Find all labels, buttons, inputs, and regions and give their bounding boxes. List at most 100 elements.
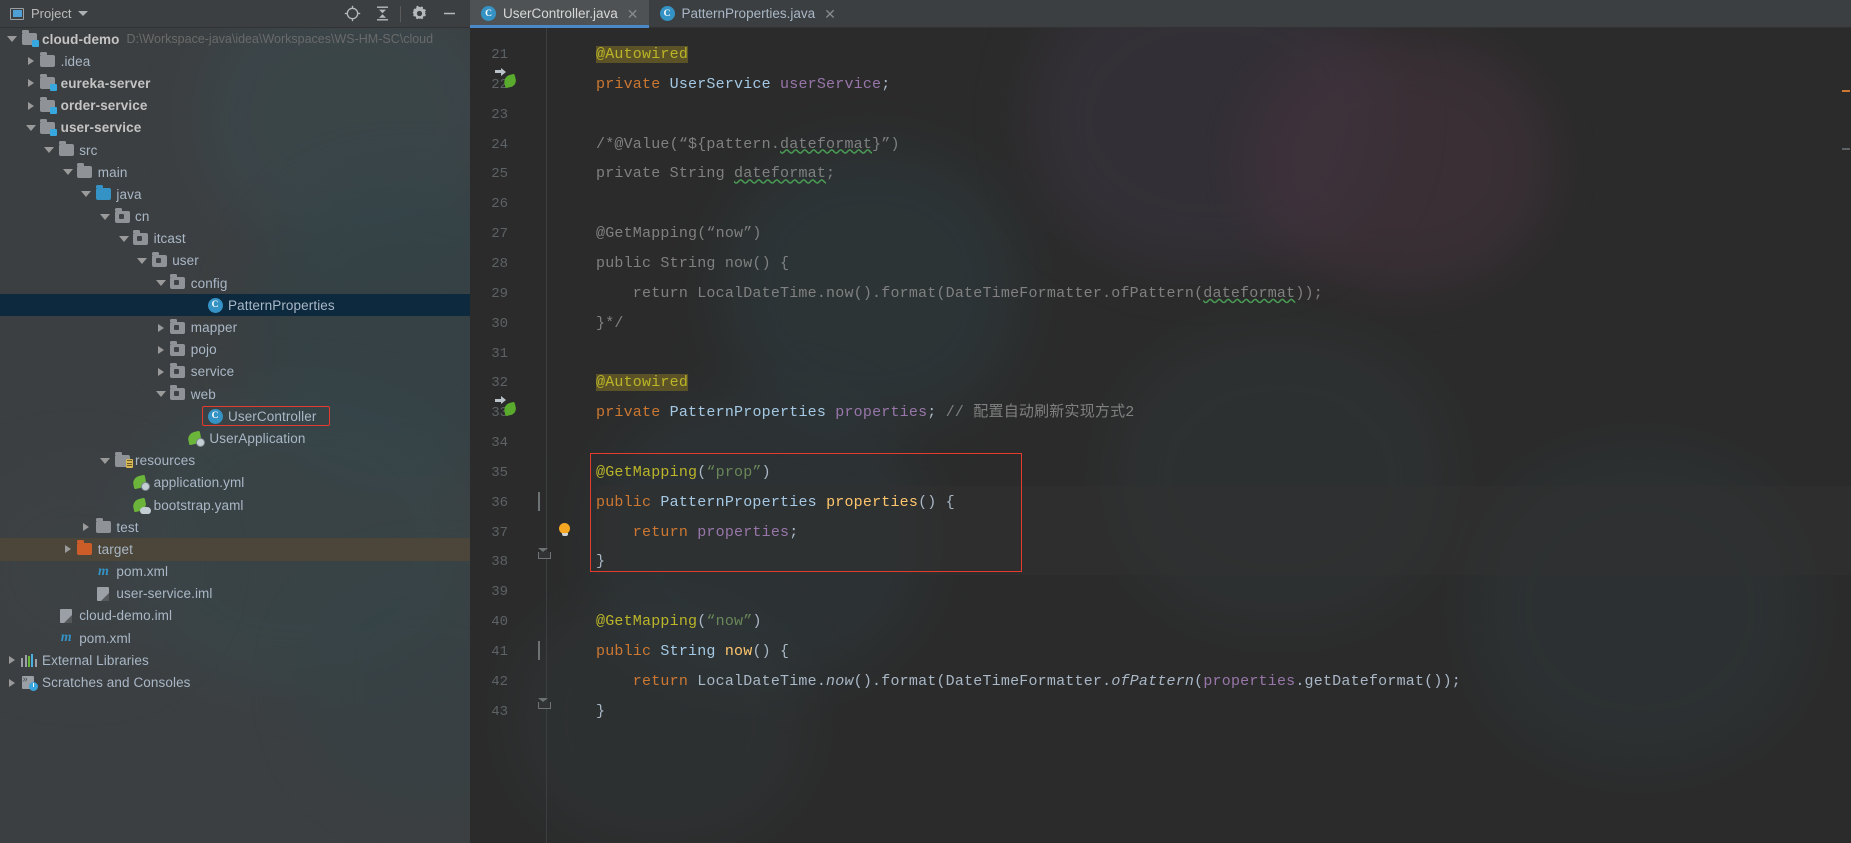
code-line[interactable]: } [596, 704, 605, 719]
close-icon[interactable]: ✕ [824, 7, 836, 21]
editor-tab-bar: C UserController.java ✕ C PatternPropert… [470, 0, 1851, 28]
chevron-right-icon[interactable] [23, 101, 39, 110]
tree-item-scratches-and-consoles[interactable]: Scratches and Consoles [0, 671, 470, 693]
tree-item-java[interactable]: java [0, 183, 470, 205]
chevron-right-icon[interactable] [153, 323, 169, 332]
chevron-right-icon[interactable] [78, 523, 94, 532]
code-line[interactable]: /*@Value(“${pattern.dateformat}”) [596, 137, 900, 152]
fold-collapse-icon[interactable] [538, 641, 540, 660]
code-line[interactable]: return LocalDateTime.now().format(DateTi… [596, 286, 1323, 301]
chevron-down-icon[interactable] [23, 124, 39, 131]
line-number: 29 [491, 285, 508, 302]
package-folder-icon [169, 385, 187, 401]
chevron-down-icon[interactable] [78, 191, 94, 198]
chevron-down-icon[interactable] [78, 11, 89, 16]
chevron-down-icon[interactable] [134, 257, 150, 264]
tree-item-mapper[interactable]: mapper [0, 316, 470, 338]
code-token: “now” [706, 613, 753, 631]
tree-item-pom-xml[interactable]: m pom.xml [0, 627, 470, 649]
code-line[interactable]: } [596, 554, 605, 569]
tree-item-pojo[interactable]: pojo [0, 339, 470, 361]
tree-item-order-service[interactable]: order-service [0, 95, 470, 117]
stripe-mark-warning[interactable] [1842, 90, 1850, 92]
settings-icon[interactable] [404, 1, 434, 27]
collapse-all-icon[interactable] [367, 1, 397, 27]
tree-item-userapplication[interactable]: UserApplication [0, 427, 470, 449]
tree-item-bootstrap-yaml[interactable]: bootstrap.yaml [0, 494, 470, 516]
tree-item-patternproperties[interactable]: C PatternProperties [0, 294, 470, 317]
tree-item-user[interactable]: user [0, 250, 470, 272]
chevron-right-icon[interactable] [23, 79, 39, 88]
code-line[interactable]: @Autowired [596, 374, 689, 392]
project-tree[interactable]: cloud-demo D:\Workspace-java\idea\Workspa… [0, 28, 470, 694]
tree-item-usercontroller[interactable]: C UserController [0, 405, 470, 427]
hide-icon[interactable] [434, 1, 464, 27]
chevron-down-icon[interactable] [153, 280, 169, 287]
code-line[interactable]: @GetMapping(“now”) [596, 614, 762, 629]
chevron-right-icon[interactable] [60, 545, 76, 554]
project-tool-window-button[interactable]: Project [0, 6, 89, 21]
code-lines[interactable]: @Autowired private UserService userServic… [596, 28, 1851, 843]
tree-item-web[interactable]: web [0, 383, 470, 405]
chevron-down-icon[interactable] [60, 169, 76, 176]
tree-item-src[interactable]: src [0, 139, 470, 161]
chevron-down-icon[interactable] [97, 457, 113, 464]
chevron-right-icon[interactable] [4, 678, 20, 687]
code-line[interactable]: return properties; [596, 525, 798, 540]
tree-item-itcast[interactable]: itcast [0, 228, 470, 250]
tree-item-user-service-iml[interactable]: user-service.iml [0, 583, 470, 605]
chevron-right-icon[interactable] [4, 656, 20, 665]
code-line[interactable]: private UserService userService; [596, 77, 890, 92]
tree-item-target[interactable]: target [0, 538, 470, 561]
tree-item-main[interactable]: main [0, 161, 470, 183]
tree-item-eureka-server[interactable]: eureka-server [0, 72, 470, 94]
code-token: userService [780, 75, 882, 93]
project-tree-panel[interactable]: cloud-demo D:\Workspace-java\idea\Workspa… [0, 28, 470, 843]
error-stripe-rail[interactable] [1839, 28, 1851, 843]
chevron-right-icon[interactable] [23, 57, 39, 66]
code-line[interactable]: return LocalDateTime.now().format(DateTi… [596, 674, 1461, 689]
tree-item-external-libraries[interactable]: External Libraries [0, 649, 470, 671]
code-line[interactable]: public String now() { [596, 256, 789, 271]
line-number: 34 [491, 435, 508, 452]
module-folder-icon [39, 74, 58, 92]
tree-item-idea[interactable]: .idea [0, 50, 470, 72]
tree-item-cloud-demo[interactable]: cloud-demo D:\Workspace-java\idea\Workspa… [0, 28, 470, 50]
tree-item-config[interactable]: config [0, 272, 470, 294]
code-token: PatternProperties [660, 493, 827, 511]
code-line[interactable]: private String dateformat; [596, 166, 835, 181]
tree-item-user-service[interactable]: user-service [0, 117, 470, 139]
locate-icon[interactable] [337, 1, 367, 27]
tree-item-service[interactable]: service [0, 361, 470, 383]
chevron-down-icon[interactable] [153, 391, 169, 398]
tree-item-cn[interactable]: cn [0, 206, 470, 228]
tree-item-resources[interactable]: resources [0, 450, 470, 472]
stripe-mark-info[interactable] [1842, 148, 1850, 150]
code-line[interactable]: @Autowired [596, 46, 689, 63]
code-line[interactable]: public PatternProperties properties() { [596, 495, 955, 510]
code-line[interactable]: }*/ [596, 316, 624, 331]
code-token: } [596, 702, 606, 720]
tree-item-pom-xml[interactable]: m pom.xml [0, 561, 470, 583]
chevron-down-icon[interactable] [97, 213, 113, 220]
code-line[interactable]: private PatternProperties properties; //… [596, 405, 1135, 420]
chevron-down-icon[interactable] [116, 235, 132, 242]
code-line[interactable]: public String now() { [596, 644, 789, 659]
tree-item-label: eureka-server [60, 75, 151, 91]
close-icon[interactable]: ✕ [627, 7, 639, 21]
code-token: ) [761, 463, 771, 481]
tree-item-application-yml[interactable]: application.yml [0, 472, 470, 494]
editor-gutter[interactable]: 21 22 23 24 25 26 27 28 29 30 31 32 33 34 35 36 37 38 39 40… [470, 28, 596, 843]
code-editor[interactable]: 21 22 23 24 25 26 27 28 29 30 31 32 33 34 35 36 37 38 39 40… [470, 28, 1851, 843]
tree-item-cloud-demo-iml[interactable]: cloud-demo.iml [0, 605, 470, 627]
tab-usercontroller-java[interactable]: C UserController.java ✕ [470, 0, 649, 28]
tree-item-test[interactable]: test [0, 516, 470, 538]
chevron-down-icon[interactable] [4, 36, 20, 43]
code-line[interactable]: @GetMapping(“prop”) [596, 465, 771, 480]
chevron-right-icon[interactable] [153, 345, 169, 354]
chevron-right-icon[interactable] [153, 367, 169, 376]
fold-collapse-icon[interactable] [538, 491, 540, 511]
code-line[interactable]: @GetMapping(“now”) [596, 226, 762, 241]
chevron-down-icon[interactable] [41, 147, 57, 154]
tab-patternproperties-java[interactable]: C PatternProperties.java ✕ [649, 0, 846, 27]
